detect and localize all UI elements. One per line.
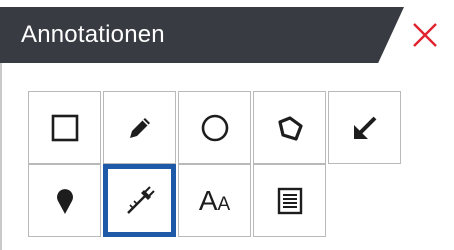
note-tool-button[interactable] <box>253 164 326 237</box>
note-icon <box>277 187 302 214</box>
close-button[interactable] <box>404 7 454 63</box>
polygon-icon <box>277 115 303 141</box>
measure-tool-icon <box>126 185 155 214</box>
rectangle-tool-button[interactable] <box>28 91 101 164</box>
panel-header: Annotationen <box>0 7 454 63</box>
map-pin-icon <box>56 188 73 214</box>
panel-title: Annotationen <box>21 21 165 48</box>
measure-tool-button[interactable] <box>103 164 176 237</box>
annotations-panel: Annotationen AA <box>0 0 454 250</box>
text-icon-large-letter: A <box>198 184 218 216</box>
polygon-tool-button[interactable] <box>253 91 326 164</box>
pencil-icon <box>129 117 150 138</box>
text-tool-button[interactable]: AA <box>178 164 251 237</box>
tool-grid: AA <box>0 63 454 250</box>
circle-icon <box>201 114 228 141</box>
ellipse-tool-button[interactable] <box>178 91 251 164</box>
text-icon: AA <box>198 184 231 216</box>
close-icon <box>413 23 437 47</box>
arrow-icon <box>353 116 376 139</box>
pencil-tool-button[interactable] <box>103 91 176 164</box>
marker-tool-button[interactable] <box>28 164 101 237</box>
arrow-tool-button[interactable] <box>328 91 401 164</box>
text-icon-small-letter: A <box>217 193 231 215</box>
rectangle-icon <box>51 114 78 141</box>
